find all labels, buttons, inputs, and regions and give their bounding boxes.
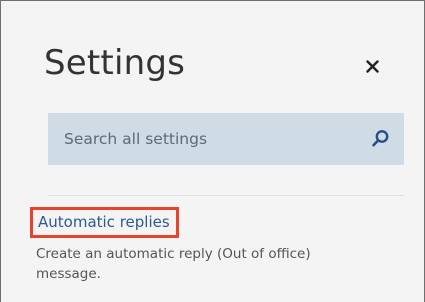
- search-icon[interactable]: [368, 127, 392, 151]
- search-box[interactable]: [48, 113, 404, 165]
- search-input[interactable]: [48, 113, 358, 165]
- close-button[interactable]: [357, 51, 387, 81]
- close-icon: [365, 59, 379, 73]
- settings-panel: Settings Automatic replies Create an aut…: [0, 0, 425, 302]
- page: Settings Automatic replies Create an aut…: [0, 0, 425, 302]
- divider: [48, 195, 404, 196]
- page-title: Settings: [44, 43, 186, 83]
- automatic-replies-description: Create an automatic reply (Out of office…: [36, 246, 311, 282]
- automatic-replies-link[interactable]: Automatic replies: [30, 207, 179, 238]
